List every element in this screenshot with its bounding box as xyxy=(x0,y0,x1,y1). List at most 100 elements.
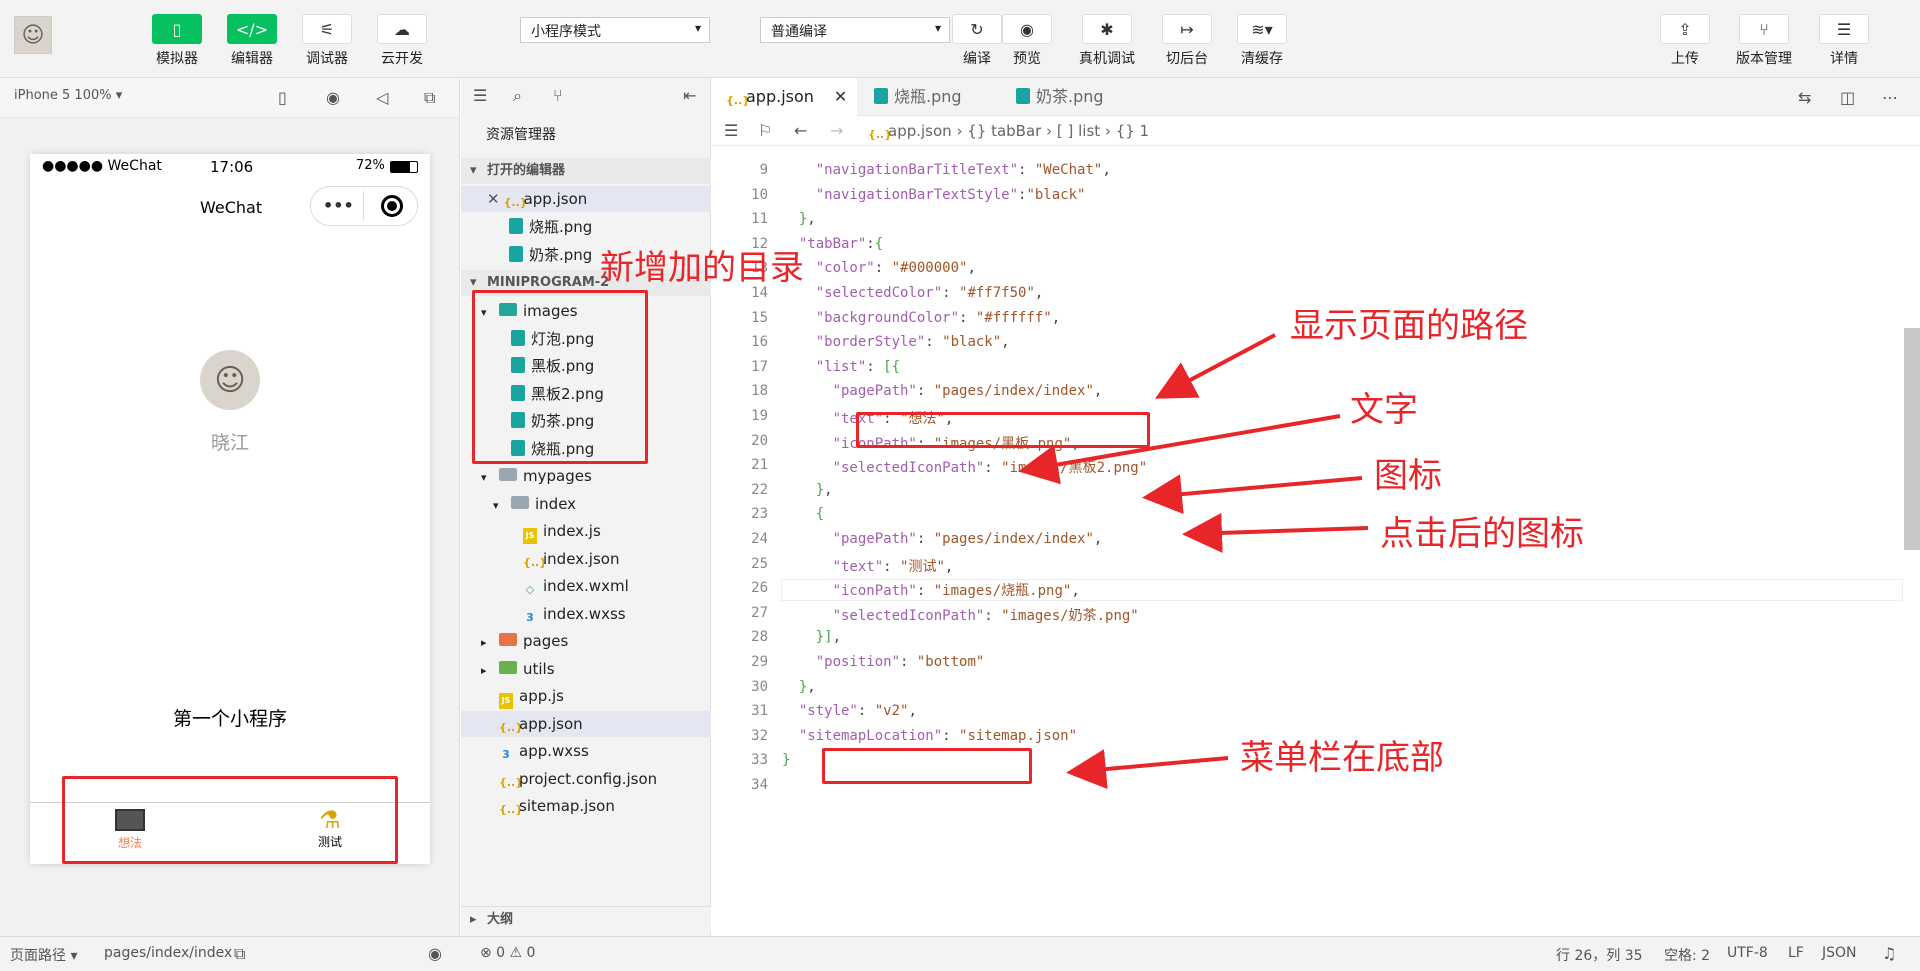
back-icon[interactable]: ← xyxy=(794,116,807,146)
language-mode[interactable]: JSON xyxy=(1822,945,1857,961)
chevron-icon[interactable]: ▸ xyxy=(481,658,499,684)
cloud-button[interactable]: ☁ 云开发 xyxy=(370,14,434,68)
open-file-milktea[interactable]: 奶茶.png xyxy=(509,242,592,268)
code-line: } xyxy=(782,752,791,769)
device-select[interactable]: iPhone 5 100% ▾ xyxy=(14,88,122,103)
indentation[interactable]: 空格: 2 xyxy=(1664,945,1710,965)
line-ending[interactable]: LF xyxy=(1788,945,1804,961)
chevron-icon[interactable]: ▾ xyxy=(481,465,499,491)
open-file-flask[interactable]: 烧瓶.png xyxy=(509,214,592,240)
chevron-right-icon: ▸ xyxy=(470,912,477,927)
tree-item[interactable]: ▸ pages xyxy=(481,628,711,654)
battery-icon xyxy=(390,161,418,173)
tree-item[interactable]: {..}sitemap.json xyxy=(481,793,711,819)
tree-item[interactable]: JS app.js xyxy=(481,683,711,709)
preview-button[interactable]: ◉ 预览 xyxy=(995,14,1059,68)
tree-item[interactable]: {..}project.config.json xyxy=(481,766,711,792)
annotation-selected-icon: 点击后的图标 xyxy=(1380,514,1584,554)
tree-item[interactable]: JS index.js xyxy=(505,518,711,544)
upload-icon: ⇪ xyxy=(1660,14,1710,44)
eye-icon[interactable]: ◉ xyxy=(428,944,442,963)
bookmark-icon[interactable]: ⚐ xyxy=(758,116,772,146)
code-icon: </> xyxy=(227,14,277,44)
more-icon[interactable]: ⋯ xyxy=(1882,88,1898,107)
code-line: "iconPath": "images/烧瓶.png", xyxy=(781,579,1903,602)
branch-icon: ⑂ xyxy=(1739,14,1789,44)
code-line: "navigationBarTextStyle":"black" xyxy=(815,186,1086,203)
tree-item[interactable]: {..}index.json xyxy=(505,546,711,572)
line-number: 9 xyxy=(759,162,768,178)
tab-app-json[interactable]: {..}app.json ✕ xyxy=(712,78,857,116)
debugger-button[interactable]: ⚟ 调试器 xyxy=(295,14,359,68)
page-text: 第一个小程序 xyxy=(172,708,287,730)
code-line: "selectedColor": "#ff7f50", xyxy=(815,285,1044,301)
close-icon[interactable]: ✕ xyxy=(487,190,500,208)
line-number: 33 xyxy=(751,752,768,769)
encoding[interactable]: UTF-8 xyxy=(1727,945,1768,961)
mode-select[interactable]: 小程序模式 xyxy=(520,17,710,43)
split-icon[interactable]: ◫ xyxy=(1840,88,1855,107)
code-editor: {..}app.json ✕ 烧瓶.png 奶茶.png ⇆ ◫ ⋯ ☰ ⚐ ← … xyxy=(712,78,1920,936)
tree-item[interactable]: 3 index.wxss xyxy=(505,601,711,627)
chevron-icon[interactable]: ▾ xyxy=(493,493,511,519)
line-number: 10 xyxy=(751,186,768,203)
search-icon[interactable]: ⌕ xyxy=(513,86,522,106)
problems-count[interactable]: ⊗ 0 ⚠ 0 xyxy=(480,945,535,961)
upload-button[interactable]: ⇪ 上传 xyxy=(1653,14,1717,68)
version-button[interactable]: ⑂ 版本管理 xyxy=(1732,14,1796,68)
copy-icon[interactable]: ⧉ xyxy=(234,944,245,964)
git-icon[interactable]: ⑂ xyxy=(553,86,563,105)
scrollbar[interactable] xyxy=(1904,328,1920,550)
compare-icon[interactable]: ⇆ xyxy=(1798,88,1811,107)
collapse-icon[interactable]: ⇤ xyxy=(683,86,696,105)
forward-icon[interactable]: → xyxy=(830,116,843,146)
compile-mode-select[interactable]: 普通编译 xyxy=(760,17,950,43)
tree-item[interactable]: ◇ index.wxml xyxy=(505,573,711,599)
remote-debug-label: 真机调试 xyxy=(1079,51,1135,67)
page-path-select[interactable]: 页面路径 ▾ xyxy=(10,945,77,965)
close-icon[interactable]: ✕ xyxy=(834,87,847,106)
chevron-icon[interactable]: ▸ xyxy=(481,630,499,656)
clear-cache-button[interactable]: ≋▾ 清缓存 xyxy=(1230,14,1294,68)
tree-item-label: mypages xyxy=(523,467,592,485)
stop-icon[interactable]: ◉ xyxy=(326,88,340,107)
open-editors-section[interactable]: ▾ 打开的编辑器 xyxy=(461,158,711,184)
simulator-button[interactable]: ▯ 模拟器 xyxy=(145,14,209,68)
eye-icon: ◉ xyxy=(1002,14,1052,44)
code-line: { xyxy=(815,506,825,523)
capsule-divider xyxy=(363,191,364,221)
details-button[interactable]: ☰ 详情 xyxy=(1812,14,1876,68)
user-avatar[interactable]: ☺ xyxy=(14,16,52,54)
phone-icon: ▯ xyxy=(152,14,202,44)
tree-item[interactable]: {..}app.json xyxy=(461,710,711,737)
editor-tabs: {..}app.json ✕ 烧瓶.png 奶茶.png ⇆ ◫ ⋯ xyxy=(712,78,1920,116)
open-file-app-json[interactable]: ✕ {..}app.json xyxy=(487,186,587,212)
code-area[interactable]: 9 "navigationBarTitleText": "WeChat", 10 … xyxy=(712,148,1903,936)
line-number: 31 xyxy=(751,703,768,720)
remote-debug-button[interactable]: ✱ 真机调试 xyxy=(1075,14,1139,68)
js-file-icon: JS xyxy=(499,693,513,709)
volume-icon[interactable]: ◁ xyxy=(376,88,388,107)
editor-button[interactable]: </> 编辑器 xyxy=(220,14,284,68)
explorer-title: 资源管理器 xyxy=(486,127,556,143)
list-icon[interactable]: ☰ xyxy=(473,86,487,105)
bell-icon[interactable]: ♫ xyxy=(1882,944,1896,963)
tab-milktea-png[interactable]: 奶茶.png xyxy=(1002,78,1142,116)
outline-section[interactable]: ▸ 大纲 xyxy=(461,906,711,932)
window-icon[interactable]: ⧉ xyxy=(424,88,435,108)
tree-item[interactable]: 3 app.wxss xyxy=(481,738,711,764)
close-mini-icon[interactable] xyxy=(381,195,403,217)
list-icon[interactable]: ☰ xyxy=(724,116,738,146)
new-dir-box xyxy=(472,290,648,464)
cursor-position[interactable]: 行 26，列 35 xyxy=(1556,945,1643,965)
tree-item[interactable]: ▸ utils xyxy=(481,656,711,682)
preview-label: 预览 xyxy=(1013,51,1041,67)
tab-flask-png[interactable]: 烧瓶.png xyxy=(860,78,1000,116)
chevron-down-icon: ▾ xyxy=(470,163,477,178)
background-button[interactable]: ↦ 切后台 xyxy=(1155,14,1219,68)
status-bar: 页面路径 ▾ pages/index/index ⧉ ◉ ⊗ 0 ⚠ 0 行 2… xyxy=(0,936,1920,971)
tree-item[interactable]: ▾ index xyxy=(493,491,711,517)
tree-item[interactable]: ▾ mypages xyxy=(481,463,711,489)
phone-icon[interactable]: ▯ xyxy=(278,88,287,107)
more-icon[interactable]: ••• xyxy=(323,196,354,215)
